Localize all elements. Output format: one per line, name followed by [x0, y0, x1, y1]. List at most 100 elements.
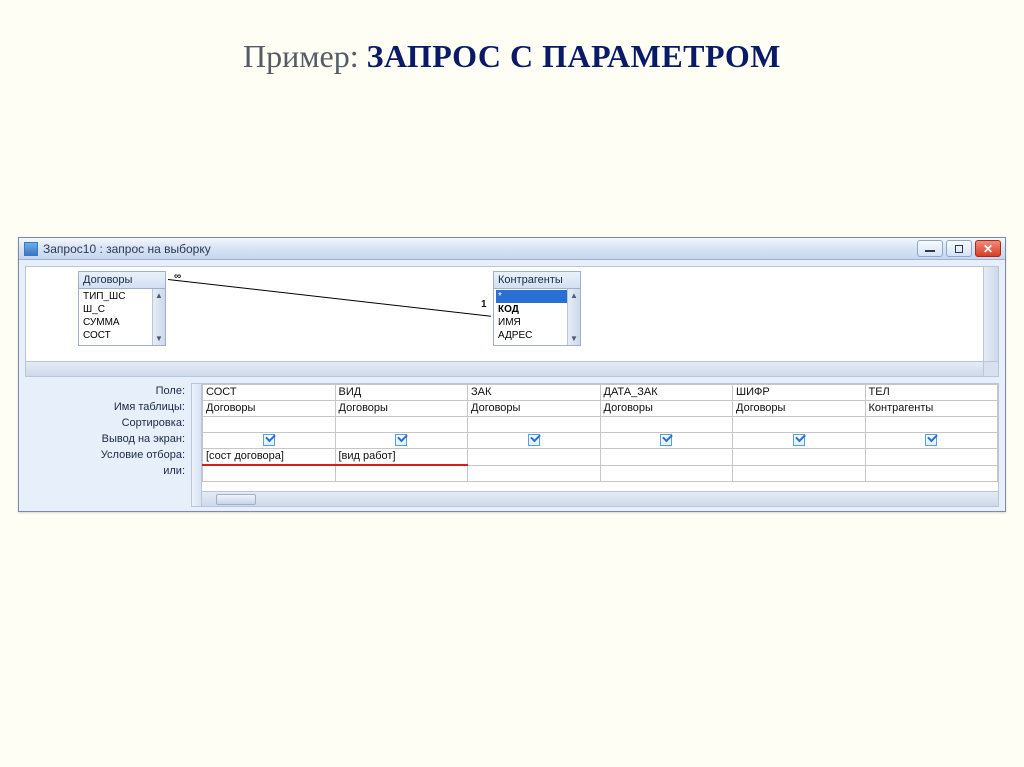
cell-show[interactable]	[733, 433, 866, 449]
table-field[interactable]: ТИП_ШС	[81, 290, 163, 303]
scroll-thumb[interactable]	[216, 494, 256, 505]
cell-or[interactable]	[733, 465, 866, 481]
close-icon: ✕	[983, 242, 993, 256]
cell-table[interactable]: Договоры	[468, 401, 601, 417]
cell-table[interactable]: Договоры	[733, 401, 866, 417]
cell-show[interactable]	[203, 433, 336, 449]
table-header[interactable]: Договоры	[79, 272, 165, 289]
cell-sort[interactable]	[335, 417, 468, 433]
cell-sort[interactable]	[468, 417, 601, 433]
row-label-sort: Сортировка:	[25, 415, 191, 431]
row-label-or: или:	[25, 463, 191, 479]
cell-or[interactable]	[468, 465, 601, 481]
minimize-icon	[925, 250, 935, 252]
close-button[interactable]: ✕	[975, 240, 1001, 257]
cell-field[interactable]: ЗАК	[468, 385, 601, 401]
cell-sort[interactable]	[733, 417, 866, 433]
scroll-corner	[983, 361, 998, 376]
table-box-kontragenty[interactable]: Контрагенты * КОД ИМЯ АДРЕС ▲ ▼	[493, 271, 581, 346]
checkbox-checked-icon[interactable]	[660, 434, 672, 446]
row-label-table: Имя таблицы:	[25, 399, 191, 415]
table-field-list[interactable]: ТИП_ШС Ш_С СУММА СОСТ ▲ ▼	[79, 289, 165, 345]
maximize-button[interactable]	[946, 240, 972, 257]
design-grid: Поле: Имя таблицы: Сортировка: Вывод на …	[25, 383, 999, 507]
checkbox-checked-icon[interactable]	[263, 434, 275, 446]
slide-title: Пример: ЗАПРОС С ПАРАМЕТРОМ	[0, 38, 1024, 75]
cell-show[interactable]	[335, 433, 468, 449]
table-header[interactable]: Контрагенты	[494, 272, 580, 289]
cell-show[interactable]	[468, 433, 601, 449]
checkbox-checked-icon[interactable]	[925, 434, 937, 446]
scroll-up-icon[interactable]: ▲	[153, 289, 165, 302]
table-field[interactable]: АДРЕС	[496, 329, 578, 342]
table-box-dogovory[interactable]: Договоры ТИП_ШС Ш_С СУММА СОСТ ▲ ▼	[78, 271, 166, 346]
row-label-field: Поле:	[25, 383, 191, 399]
checkbox-checked-icon[interactable]	[793, 434, 805, 446]
table-field[interactable]: СОСТ	[81, 329, 163, 342]
cell-or[interactable]	[865, 465, 998, 481]
cell-sort[interactable]	[203, 417, 336, 433]
row-show	[203, 433, 998, 449]
row-table: Договоры Договоры Договоры Договоры Дого…	[203, 401, 998, 417]
scrollbar-horizontal[interactable]	[202, 491, 998, 506]
cell-or[interactable]	[600, 465, 733, 481]
app-icon	[24, 242, 38, 256]
row-label-show: Вывод на экран:	[25, 431, 191, 447]
cell-table[interactable]: Договоры	[600, 401, 733, 417]
checkbox-checked-icon[interactable]	[395, 434, 407, 446]
table-field[interactable]: *	[496, 290, 578, 303]
table-field[interactable]: СУММА	[81, 316, 163, 329]
cell-criteria[interactable]	[468, 449, 601, 466]
table-field-list[interactable]: * КОД ИМЯ АДРЕС ▲ ▼	[494, 289, 580, 345]
cell-criteria[interactable]: [сост договора]	[203, 449, 336, 466]
query-design-window: Запрос10 : запрос на выборку ✕ Договоры …	[18, 237, 1006, 512]
checkbox-checked-icon[interactable]	[528, 434, 540, 446]
cell-field[interactable]: ТЕЛ	[865, 385, 998, 401]
row-or	[203, 465, 998, 481]
scroll-down-icon[interactable]: ▼	[153, 332, 165, 345]
scrollbar-vertical[interactable]	[983, 267, 998, 376]
row-label-criteria: Условие отбора:	[25, 447, 191, 463]
cell-show[interactable]	[865, 433, 998, 449]
cell-table[interactable]: Контрагенты	[865, 401, 998, 417]
minimize-button[interactable]	[917, 240, 943, 257]
cell-criteria[interactable]	[865, 449, 998, 466]
scroll-down-icon[interactable]: ▼	[568, 332, 580, 345]
title-main: ЗАПРОС С ПАРАМЕТРОМ	[367, 38, 781, 74]
scroll-up-icon[interactable]: ▲	[568, 289, 580, 302]
cell-or[interactable]	[335, 465, 468, 481]
titlebar[interactable]: Запрос10 : запрос на выборку ✕	[19, 238, 1005, 260]
row-criteria: [сост договора] [вид работ]	[203, 449, 998, 466]
cardinality-one: 1	[481, 299, 487, 310]
grid-table-area: СОСТ ВИД ЗАК ДАТА_ЗАК ШИФР ТЕЛ Договоры …	[191, 383, 999, 507]
scrollbar-vertical[interactable]: ▲ ▼	[152, 289, 165, 345]
relationship-line[interactable]	[168, 279, 491, 317]
title-prefix: Пример:	[243, 38, 367, 74]
cell-field[interactable]: ДАТА_ЗАК	[600, 385, 733, 401]
scrollbar-vertical[interactable]: ▲ ▼	[567, 289, 580, 345]
table-field[interactable]: КОД	[496, 303, 578, 316]
row-field: СОСТ ВИД ЗАК ДАТА_ЗАК ШИФР ТЕЛ	[203, 385, 998, 401]
window-title: Запрос10 : запрос на выборку	[43, 242, 211, 256]
table-field[interactable]: Ш_С	[81, 303, 163, 316]
cell-sort[interactable]	[600, 417, 733, 433]
cell-field[interactable]: ВИД	[335, 385, 468, 401]
table-field[interactable]: ИМЯ	[496, 316, 578, 329]
cell-field[interactable]: ШИФР	[733, 385, 866, 401]
cell-show[interactable]	[600, 433, 733, 449]
cell-table[interactable]: Договоры	[335, 401, 468, 417]
cell-field[interactable]: СОСТ	[203, 385, 336, 401]
column-selector-strip[interactable]	[192, 384, 202, 506]
window-controls: ✕	[917, 240, 1001, 257]
cell-or[interactable]	[203, 465, 336, 481]
cell-criteria[interactable]: [вид работ]	[335, 449, 468, 466]
row-sort	[203, 417, 998, 433]
cell-table[interactable]: Договоры	[203, 401, 336, 417]
cell-criteria[interactable]	[733, 449, 866, 466]
cell-criteria[interactable]	[600, 449, 733, 466]
cell-sort[interactable]	[865, 417, 998, 433]
relationships-pane[interactable]: Договоры ТИП_ШС Ш_С СУММА СОСТ ▲ ▼ Контр…	[25, 266, 999, 377]
scrollbar-horizontal[interactable]	[26, 361, 983, 376]
maximize-icon	[955, 245, 963, 253]
grid-row-labels: Поле: Имя таблицы: Сортировка: Вывод на …	[25, 383, 191, 479]
